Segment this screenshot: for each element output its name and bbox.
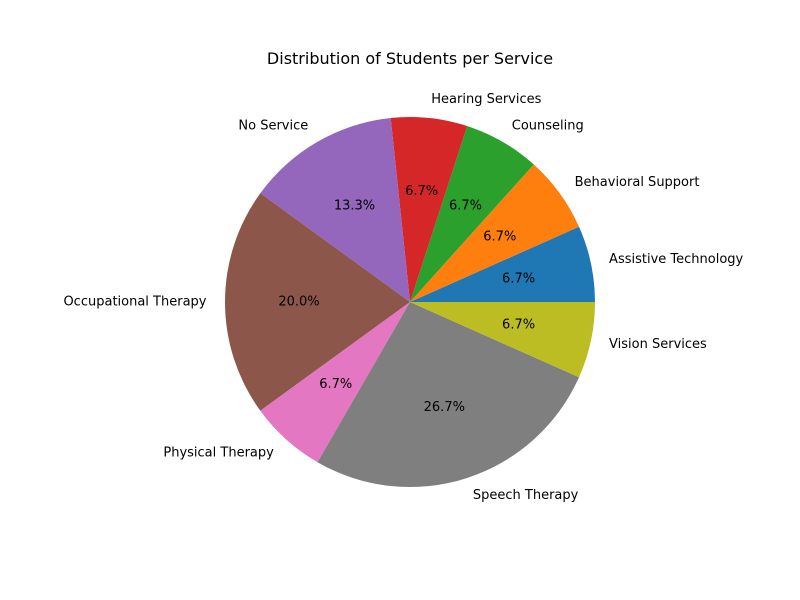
slice-percent-label: 6.7% [483, 229, 516, 244]
slice-percent-label: 6.7% [502, 271, 535, 286]
slice-label: Behavioral Support [575, 175, 700, 190]
slice-label: Occupational Therapy [63, 295, 206, 310]
slice-label: Assistive Technology [609, 252, 743, 267]
chart-container: Distribution of Students per Service Ass… [0, 0, 800, 600]
slice-label: Counseling [512, 118, 584, 133]
slice-label: Physical Therapy [163, 446, 274, 461]
slice-label: No Service [238, 118, 308, 133]
pie-chart: Distribution of Students per Service Ass… [63, 49, 743, 503]
slice-percent-label: 13.3% [334, 198, 375, 213]
slice-percent-label: 6.7% [449, 198, 482, 213]
slice-percent-label: 20.0% [278, 295, 319, 310]
chart-title: Distribution of Students per Service [267, 49, 553, 68]
slice-percent-label: 26.7% [424, 400, 465, 415]
slice-label: Vision Services [609, 337, 707, 352]
slice-label: Speech Therapy [473, 488, 579, 503]
slice-percent-label: 6.7% [405, 184, 438, 199]
slice-percent-label: 6.7% [502, 318, 535, 333]
slice-percent-label: 6.7% [319, 377, 352, 392]
slice-label: Hearing Services [431, 92, 541, 107]
